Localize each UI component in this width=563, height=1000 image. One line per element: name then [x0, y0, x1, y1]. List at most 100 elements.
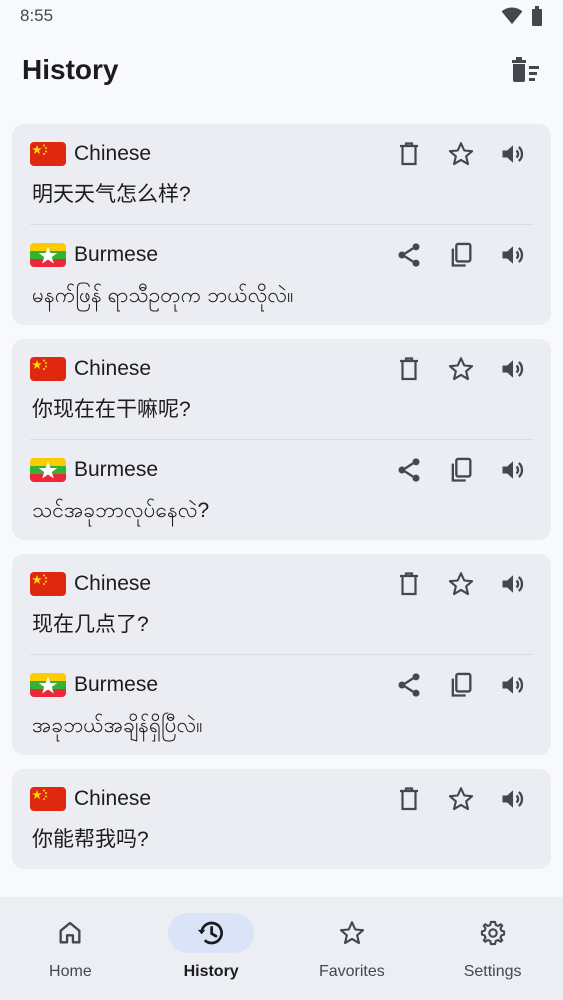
source-entry: Chinese 你能帮我吗? — [30, 769, 533, 869]
share-icon — [395, 671, 423, 699]
speaker-icon — [499, 570, 527, 598]
share-button[interactable] — [389, 452, 429, 488]
language-name: Chinese — [74, 572, 152, 595]
delete-button[interactable] — [389, 566, 429, 602]
target-text[interactable]: မနက်ဖြန် ရာသီဥတုက ဘယ်လိုလဲ။ — [30, 273, 533, 325]
favorite-button[interactable] — [441, 136, 481, 172]
star-outline-icon — [447, 570, 475, 598]
history-icon — [198, 921, 224, 945]
nav-history-label: History — [183, 963, 239, 980]
history-card[interactable]: Chinese 现在几点了? Burmese အခုဘယ်အချိန်ရှိပြီလဲ… — [12, 554, 551, 755]
favorite-button[interactable] — [441, 351, 481, 387]
myanmar-flag-icon — [30, 458, 66, 482]
target-entry: Burmese အခုဘယ်အချိန်ရှိပြီလဲ။ — [30, 654, 533, 755]
wifi-icon — [501, 7, 523, 25]
entry-actions — [389, 237, 533, 273]
entry-header: Chinese — [30, 351, 533, 387]
source-entry: Chinese 你现在在干嘛呢? — [30, 339, 533, 439]
clear-history-button[interactable] — [505, 50, 545, 90]
status-bar: 8:55 — [0, 0, 563, 32]
language-label: Burmese — [30, 243, 158, 267]
bottom-navigation: Home History Favorites Settings — [0, 897, 563, 1000]
language-label: Chinese — [30, 787, 151, 811]
myanmar-flag-icon — [30, 243, 66, 267]
entry-header: Burmese — [30, 452, 533, 488]
nav-settings-indicator — [450, 913, 536, 953]
speak-button[interactable] — [493, 452, 533, 488]
china-flag-icon — [30, 142, 66, 166]
language-label: Chinese — [30, 572, 151, 596]
entry-header: Chinese — [30, 781, 533, 817]
copy-button[interactable] — [441, 237, 481, 273]
share-button[interactable] — [389, 667, 429, 703]
speak-button[interactable] — [493, 667, 533, 703]
entry-actions — [389, 566, 533, 602]
nav-favorites[interactable]: Favorites — [292, 913, 412, 981]
speaker-icon — [499, 456, 527, 484]
entry-header: Chinese — [30, 136, 533, 172]
source-text[interactable]: 明天天气怎么样? — [30, 172, 533, 224]
source-text[interactable]: 你能帮我吗? — [30, 817, 533, 869]
language-name: Burmese — [74, 673, 159, 696]
copy-icon — [447, 241, 475, 269]
source-text[interactable]: 你现在在干嘛呢? — [30, 387, 533, 439]
star-outline-icon — [447, 355, 475, 383]
china-flag-icon — [30, 357, 66, 381]
source-entry: Chinese 现在几点了? — [30, 554, 533, 654]
entry-header: Chinese — [30, 566, 533, 602]
favorite-button[interactable] — [441, 781, 481, 817]
target-entry: Burmese မနက်ဖြန် ရာသီဥတုက ဘယ်လိုလဲ။ — [30, 224, 533, 325]
language-label: Chinese — [30, 357, 151, 381]
copy-icon — [447, 671, 475, 699]
nav-settings[interactable]: Settings — [433, 913, 553, 981]
nav-home-indicator — [27, 913, 113, 953]
speak-button[interactable] — [493, 781, 533, 817]
star-outline-icon — [447, 140, 475, 168]
nav-settings-label: Settings — [463, 963, 522, 980]
myanmar-flag-icon — [30, 673, 66, 697]
delete-button[interactable] — [389, 781, 429, 817]
language-label: Burmese — [30, 673, 158, 697]
language-name: Burmese — [74, 458, 159, 481]
speak-button[interactable] — [493, 351, 533, 387]
entry-header: Burmese — [30, 667, 533, 703]
language-name: Chinese — [74, 357, 152, 380]
history-card[interactable]: Chinese 明天天气怎么样? Burmese မနက်ဖြန် ရာသီဥတုက … — [12, 124, 551, 325]
star-outline-icon — [447, 785, 475, 813]
star-outline-icon — [339, 921, 365, 945]
copy-button[interactable] — [441, 452, 481, 488]
history-list[interactable]: Chinese 明天天气怎么样? Burmese မနက်ဖြန် ရာသီဥတုက … — [0, 124, 563, 897]
copy-button[interactable] — [441, 667, 481, 703]
trash-icon — [397, 141, 421, 167]
delete-button[interactable] — [389, 136, 429, 172]
speaker-icon — [499, 785, 527, 813]
target-text[interactable]: သင်အခုဘာလုပ်နေလဲ? — [30, 488, 533, 540]
nav-home[interactable]: Home — [10, 913, 130, 981]
speak-button[interactable] — [493, 136, 533, 172]
nav-history[interactable]: History — [151, 913, 271, 981]
speaker-icon — [499, 140, 527, 168]
entry-actions — [389, 781, 533, 817]
favorite-button[interactable] — [441, 566, 481, 602]
speaker-icon — [499, 671, 527, 699]
history-card[interactable]: Chinese 你能帮我吗? — [12, 769, 551, 869]
source-entry: Chinese 明天天气怎么样? — [30, 124, 533, 224]
delete-sweep-icon — [512, 57, 539, 82]
entry-actions — [389, 667, 533, 703]
speak-button[interactable] — [493, 566, 533, 602]
source-text[interactable]: 现在几点了? — [30, 602, 533, 654]
target-text[interactable]: အခုဘယ်အချိန်ရှိပြီလဲ။ — [30, 703, 533, 755]
nav-favorites-label: Favorites — [318, 963, 385, 980]
trash-icon — [397, 786, 421, 812]
speak-button[interactable] — [493, 237, 533, 273]
entry-actions — [389, 351, 533, 387]
history-card[interactable]: Chinese 你现在在干嘛呢? Burmese သင်အခုဘာလုပ်နေလဲ? — [12, 339, 551, 540]
target-entry: Burmese သင်အခုဘာလုပ်နေလဲ? — [30, 439, 533, 540]
china-flag-icon — [30, 787, 66, 811]
copy-icon — [447, 456, 475, 484]
entry-actions — [389, 136, 533, 172]
delete-button[interactable] — [389, 351, 429, 387]
language-name: Chinese — [74, 142, 152, 165]
status-icons — [501, 6, 543, 26]
share-button[interactable] — [389, 237, 429, 273]
